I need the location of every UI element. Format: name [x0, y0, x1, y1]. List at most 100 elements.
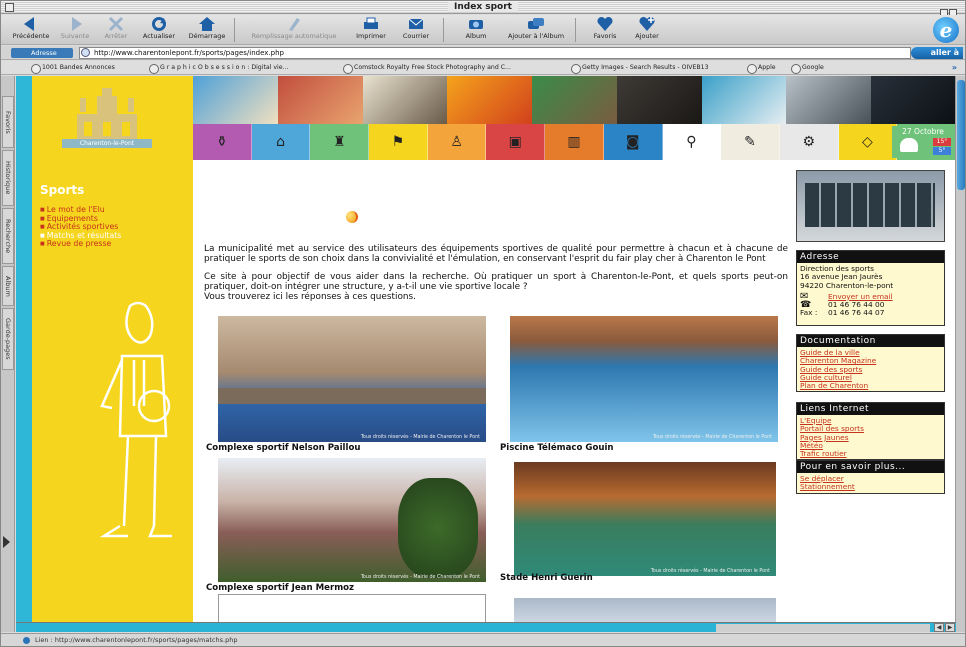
horizontal-scrollbar[interactable]: ◀ ▶: [16, 622, 956, 632]
globe-icon: [81, 48, 90, 57]
doc-link-plan[interactable]: Plan de Charenton: [800, 381, 941, 390]
category-tile[interactable]: ⚙: [779, 124, 839, 160]
address-label: Adresse: [11, 48, 73, 58]
toolbar-separator: [443, 18, 444, 42]
favorite-link[interactable]: Getty Images - Search Results - OIVEB13: [571, 63, 709, 74]
stop-button[interactable]: Arrêter: [96, 16, 136, 44]
address-box-title: Adresse: [797, 251, 944, 263]
zoom-box[interactable]: [939, 3, 959, 18]
footballer-mascot-illustration: [99, 301, 172, 538]
category-tile[interactable]: ◙: [603, 124, 663, 160]
vertical-scroll-thumb[interactable]: [957, 80, 965, 190]
intro-paragraph: Ce site à pour objectif de vous aider da…: [204, 271, 788, 292]
sidetab-album[interactable]: Album: [2, 266, 14, 306]
facility-caption[interactable]: Stade Henri Guerin: [500, 573, 593, 583]
favorite-link[interactable]: G r a p h i c O b s e s s i o n : Digita…: [149, 63, 288, 74]
forward-arrow-icon: [72, 17, 82, 31]
favorites-bar: 1001 Bandes Annonces G r a p h i c O b s…: [1, 61, 965, 75]
link-stationnement[interactable]: Stationnement: [800, 482, 941, 491]
temp-high: 15°: [933, 138, 951, 146]
favorites-more-button[interactable]: »: [952, 63, 957, 72]
documentation-box: Documentation Guide de la ville Charento…: [796, 334, 945, 392]
fax-label: Fax :: [800, 308, 818, 318]
sidetab-search[interactable]: Recherche: [2, 208, 14, 264]
sports-building-photo: [796, 170, 945, 242]
go-button[interactable]: aller à: [911, 47, 963, 59]
address-bar: Adresse http://www.charentonlepont.fr/sp…: [1, 46, 965, 60]
expand-arrow-icon[interactable]: [3, 536, 10, 548]
internet-links-title: Liens Internet: [797, 403, 944, 415]
sun-icon: [346, 211, 358, 223]
favorite-link[interactable]: 1001 Bandes Annonces: [31, 63, 115, 74]
favorite-link[interactable]: Apple: [747, 63, 776, 74]
favorites-button[interactable]: Favoris: [585, 16, 625, 44]
category-tile[interactable]: ▣: [486, 124, 546, 160]
refresh-button[interactable]: Actualiser: [137, 16, 181, 44]
category-tile[interactable]: ◇: [838, 124, 898, 160]
category-tile[interactable]: ⌂: [251, 124, 311, 160]
category-tile[interactable]: ⚱: [193, 124, 252, 160]
sidetab-favorites[interactable]: Favoris: [2, 96, 14, 148]
documentation-title: Documentation: [797, 335, 944, 347]
explorer-side-tabs: Favoris Historique Recherche Album Garde…: [1, 76, 15, 632]
category-tile[interactable]: ⚑: [369, 124, 428, 160]
add-to-album-button[interactable]: Ajouter à l'Album: [501, 16, 571, 44]
autofill-button[interactable]: Remplissage automatique: [239, 16, 349, 44]
intro-text: La municipalité met au service des utili…: [204, 244, 788, 309]
more-info-box: Pour en savoir plus... Se déplacer Stati…: [796, 460, 945, 494]
heart-icon: [597, 16, 613, 31]
toolbar-separator: [575, 18, 576, 42]
favorite-link[interactable]: Comstock Royalty Free Stock Photography …: [343, 63, 511, 74]
scroll-left-arrow-icon[interactable]: ◀: [934, 623, 944, 632]
category-tile[interactable]: ▥: [545, 124, 604, 160]
address-line: 94220 Charenton-le-pont: [800, 280, 894, 290]
title-bar[interactable]: Index sport: [1, 1, 965, 18]
sidetab-history[interactable]: Historique: [2, 150, 14, 206]
web-content: Charenton-le-Pont Sports Le mot de l'Elu…: [16, 76, 956, 632]
intro-paragraph: Vous trouverez ici les réponses à ces qu…: [204, 292, 416, 303]
browser-toolbar: Précédente Suivante Arrêter Actualiser D…: [1, 15, 965, 45]
internet-links-box: Liens Internet L'Equipe Portail des spor…: [796, 402, 945, 460]
favorite-link[interactable]: Google: [791, 63, 824, 74]
category-tile[interactable]: ⚲: [662, 124, 722, 160]
category-tile[interactable]: ✎: [721, 124, 780, 160]
print-button[interactable]: Imprimer: [351, 16, 391, 44]
photo-telemaco-gouin[interactable]: Tous droits réservés - Mairie de Charent…: [510, 316, 778, 442]
url-input[interactable]: http://www.charentonlepont.fr/sports/pag…: [79, 47, 911, 59]
sports-menu: Le mot de l'Elu Equipements Activités sp…: [40, 205, 122, 249]
category-tile[interactable]: ♙: [427, 124, 487, 160]
scroll-right-arrow-icon[interactable]: ▶: [945, 623, 955, 632]
forward-button[interactable]: Suivante: [55, 16, 95, 44]
photo-nelson-paillou[interactable]: Tous droits réservés - Mairie de Charent…: [218, 316, 486, 442]
menu-item-revue-presse[interactable]: Revue de presse: [40, 240, 121, 249]
category-icon-bar: ⚱ ⌂ ♜ ⚑ ♙ ▣ ▥ ◙ ⚲ ✎ ⚙ ◇: [193, 124, 956, 160]
facility-caption[interactable]: Complexe sportif Nelson Paillou: [206, 443, 360, 453]
status-bar: Lien : http://www.charentonlepont.fr/spo…: [1, 633, 965, 646]
temp-low: 5°: [933, 147, 951, 155]
facility-caption[interactable]: Complexe sportif Jean Mermoz: [206, 583, 354, 593]
category-tile[interactable]: ♜: [310, 124, 370, 160]
fax-number: 01 46 76 44 07: [828, 308, 885, 318]
photo-jean-mermoz[interactable]: Tous droits réservés - Mairie de Charent…: [218, 458, 486, 582]
vertical-scrollbar[interactable]: [955, 76, 965, 632]
mail-button[interactable]: Courrier: [393, 16, 439, 44]
add-favorite-button[interactable]: Ajouter: [627, 16, 667, 44]
link-trafic[interactable]: Trafic routier: [800, 449, 941, 458]
sidetab-page-holder[interactable]: Garde-pages: [2, 308, 14, 370]
add-favorite-icon: [639, 16, 655, 31]
photo-henri-guerin[interactable]: Tous droits réservés - Mairie de Charent…: [514, 462, 776, 576]
ie-logo-icon: e: [933, 17, 959, 43]
refresh-icon: [152, 17, 166, 31]
address-box: Adresse Direction des sports 16 avenue J…: [796, 250, 945, 326]
sports-photo-banner: [193, 76, 956, 124]
cyan-side-stripe: [16, 76, 32, 632]
back-button[interactable]: Précédente: [7, 16, 55, 44]
section-title: Sports: [40, 183, 85, 197]
horizontal-scroll-track[interactable]: [716, 624, 930, 632]
browser-window: Index sport Précédente Suivante Arrêter …: [0, 0, 966, 647]
home-button[interactable]: Démarrage: [183, 16, 231, 44]
cloud-icon: [900, 138, 918, 152]
toolbar-separator: [234, 18, 235, 42]
facility-caption[interactable]: Piscine Télémaco Gouin: [500, 443, 614, 453]
album-button[interactable]: Album: [453, 16, 499, 44]
